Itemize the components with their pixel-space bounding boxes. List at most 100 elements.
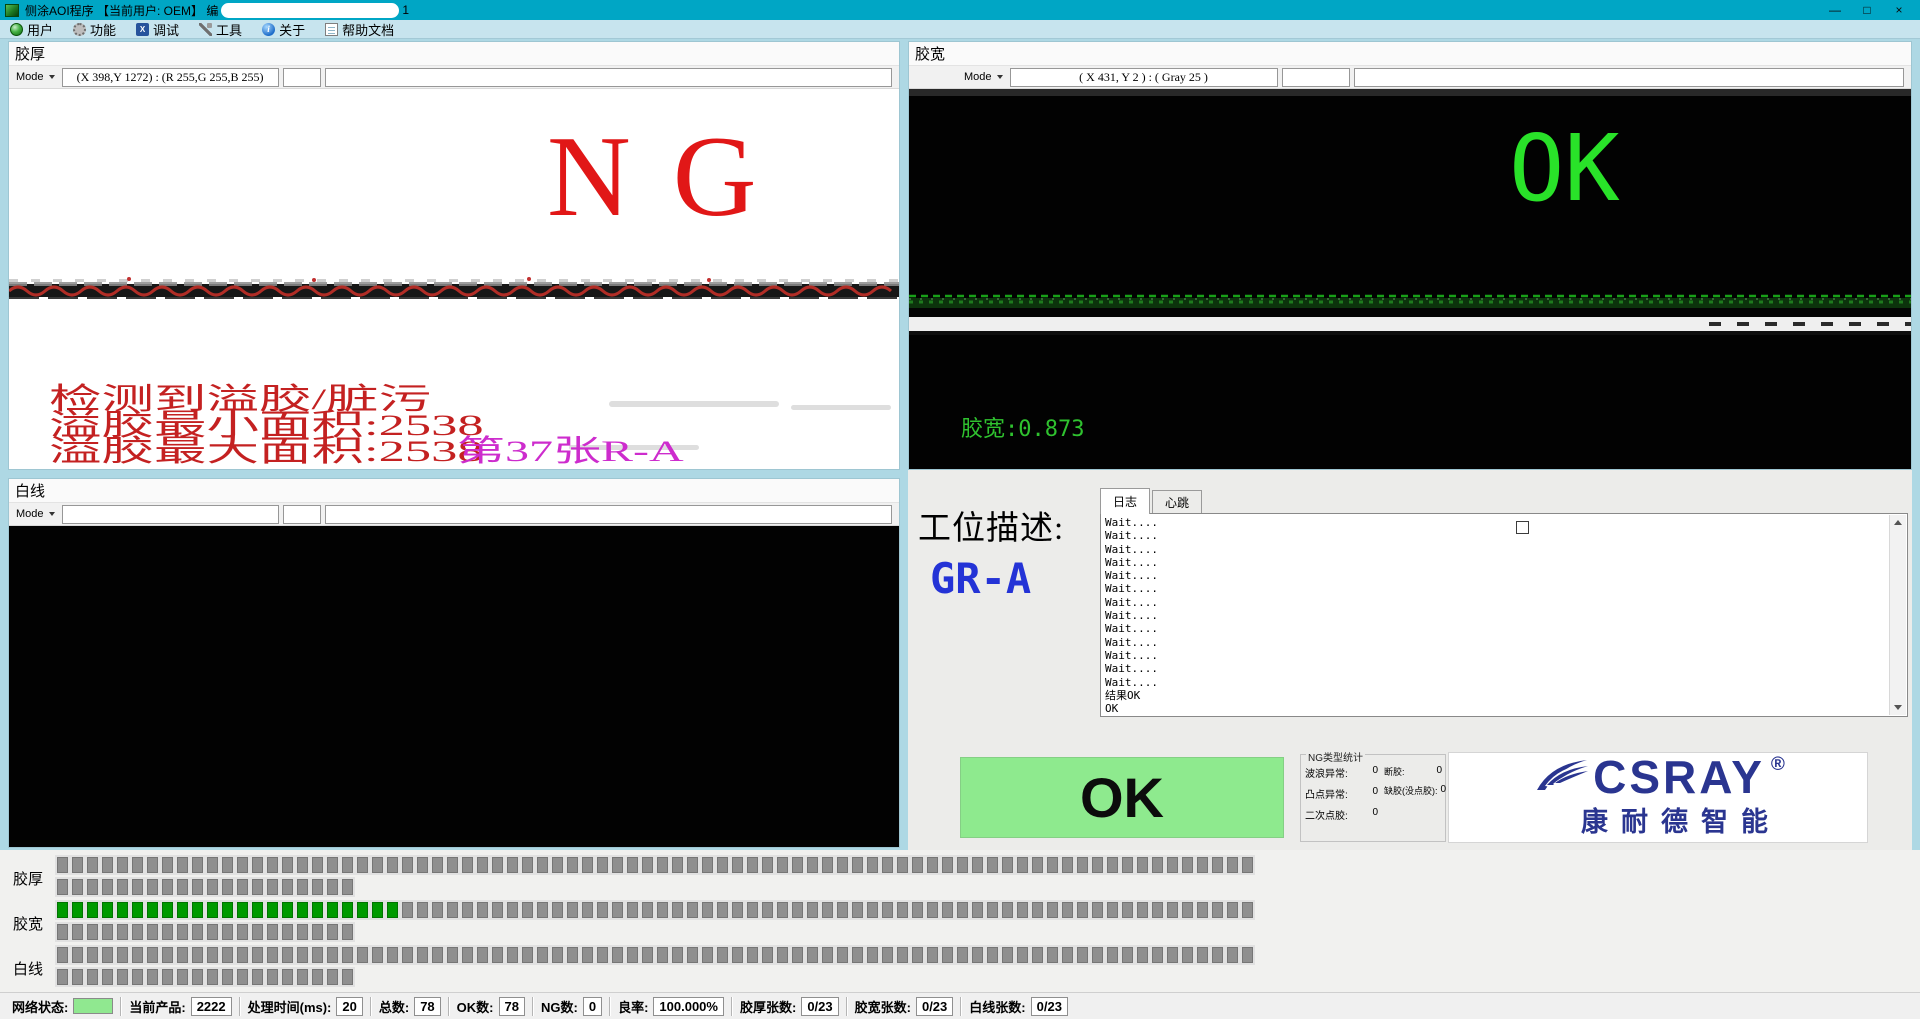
- indicator-cell: [987, 947, 998, 963]
- indicator-cell: [252, 924, 263, 940]
- swoosh-icon: [1531, 756, 1593, 796]
- menu-item-debug[interactable]: 调试: [126, 20, 189, 38]
- minimize-button[interactable]: —: [1819, 1, 1851, 19]
- mode-dropdown[interactable]: Mode: [13, 508, 58, 520]
- tab-log[interactable]: 日志: [1100, 488, 1150, 514]
- indicator-cell: [657, 947, 668, 963]
- log-checkbox[interactable]: [1516, 521, 1529, 534]
- log-line: Wait....: [1105, 622, 1907, 635]
- station-description-label: 工位描述:: [918, 501, 1064, 549]
- mode-label: Mode: [16, 71, 44, 83]
- menu-item-about[interactable]: 关于: [252, 20, 315, 38]
- indicator-cell: [807, 947, 818, 963]
- close-button[interactable]: ×: [1883, 1, 1915, 19]
- indicator-cell: [357, 947, 368, 963]
- log-line: 结果OK: [1105, 689, 1907, 702]
- log-list[interactable]: Wait....Wait....Wait....Wait....Wait....…: [1100, 513, 1908, 717]
- indicator-cell: [1077, 857, 1088, 873]
- glue-width-image[interactable]: OK 胶宽:0.873: [909, 89, 1911, 469]
- indicator-row: [57, 857, 1920, 873]
- indicator-cell: [762, 902, 773, 918]
- indicator-cell: [282, 857, 293, 873]
- mode-dropdown[interactable]: Mode: [13, 71, 58, 83]
- tab-heartbeat[interactable]: 心跳: [1152, 490, 1202, 514]
- indicator-cell: [687, 902, 698, 918]
- indicator-cell: [702, 947, 713, 963]
- indicator-cell: [102, 902, 113, 918]
- indicator-cell: [792, 947, 803, 963]
- indicator-cell: [447, 947, 458, 963]
- glue-width-toolbar: Mode ( X 431, Y 2 ) : ( Gray 25 ): [909, 66, 1911, 89]
- indicator-rows: [57, 857, 1920, 895]
- indicator-cell: [777, 902, 788, 918]
- indicator-cell: [342, 857, 353, 873]
- indicator-cell: [522, 857, 533, 873]
- indicator-group-label: 白线: [13, 958, 43, 979]
- indicator-cell: [132, 924, 143, 940]
- indicator-cell: [222, 857, 233, 873]
- chevron-down-icon: [49, 512, 55, 516]
- menu-item-user[interactable]: 用户: [0, 20, 63, 38]
- indicator-cell: [567, 902, 578, 918]
- indicator-cell: [147, 924, 158, 940]
- indicator-cell: [1017, 857, 1028, 873]
- indicator-cell: [627, 947, 638, 963]
- indicator-cell: [912, 902, 923, 918]
- indicator-cell: [87, 947, 98, 963]
- indicator-cell: [672, 902, 683, 918]
- panel-glue-width: 胶宽 Mode ( X 431, Y 2 ) : ( Gray 25 ) OK …: [908, 41, 1912, 470]
- indicator-cell: [537, 947, 548, 963]
- indicator-cell: [267, 857, 278, 873]
- network-status: 网络状态:: [6, 996, 119, 1016]
- ng-stat-row: 缺胶(没点胶):0: [1384, 784, 1442, 797]
- indicator-cell: [627, 857, 638, 873]
- indicator-cell: [132, 969, 143, 985]
- ng-stats-title: NG类型统计: [1306, 749, 1365, 764]
- indicator-cell: [207, 902, 218, 918]
- indicator-cell: [642, 857, 653, 873]
- status-value: 78: [499, 997, 525, 1016]
- indicator-cell: [72, 879, 83, 895]
- indicator-cell: [597, 947, 608, 963]
- indicator-group: 胶宽: [0, 902, 1920, 947]
- overall-result-button[interactable]: OK: [960, 757, 1284, 838]
- menu-item-tools[interactable]: 工具: [189, 20, 252, 38]
- indicator-cell: [417, 947, 428, 963]
- menu-item-function[interactable]: 功能: [63, 20, 126, 38]
- menu-item-help[interactable]: 帮助文档: [315, 20, 404, 38]
- scrollbar[interactable]: [1889, 515, 1906, 715]
- status-label: NG数:: [541, 997, 578, 1016]
- indicator-cell: [207, 857, 218, 873]
- debug-icon: [136, 23, 149, 36]
- indicator-row: [57, 902, 1920, 918]
- mode-dropdown[interactable]: Mode: [961, 71, 1006, 83]
- log-line: Wait....: [1105, 649, 1907, 662]
- maximize-button[interactable]: □: [1851, 1, 1883, 19]
- indicator-cell: [432, 902, 443, 918]
- redaction-blob: [221, 3, 399, 18]
- indicator-cell: [267, 902, 278, 918]
- indicator-cell: [1242, 902, 1253, 918]
- indicator-cell: [942, 947, 953, 963]
- indicator-cell: [312, 902, 323, 918]
- panel-glue-thickness-title: 胶厚: [9, 42, 899, 66]
- menu-item-label: 调试: [153, 20, 179, 39]
- indicator-cell: [942, 902, 953, 918]
- indicator-cell: [237, 924, 248, 940]
- scroll-up-icon[interactable]: [1890, 515, 1906, 530]
- white-line-image[interactable]: [9, 526, 899, 847]
- separator: [239, 997, 241, 1016]
- indicator-cell: [1167, 857, 1178, 873]
- indicator-cell: [927, 902, 938, 918]
- indicator-cell: [912, 947, 923, 963]
- indicator-cell: [102, 857, 113, 873]
- scroll-down-icon[interactable]: [1890, 700, 1906, 715]
- separator: [960, 997, 962, 1016]
- indicator-cell: [117, 969, 128, 985]
- indicator-group-label: 胶宽: [13, 913, 43, 934]
- indicator-cell: [957, 947, 968, 963]
- panel-white-line: 白线 Mode: [8, 478, 900, 848]
- glue-thickness-image[interactable]: NG 检测到溢胶/脏污 溢胶最小面积:2538 溢胶最大面积:2538 第37张…: [9, 89, 899, 469]
- indicator-cell: [117, 902, 128, 918]
- indicator-cell: [882, 947, 893, 963]
